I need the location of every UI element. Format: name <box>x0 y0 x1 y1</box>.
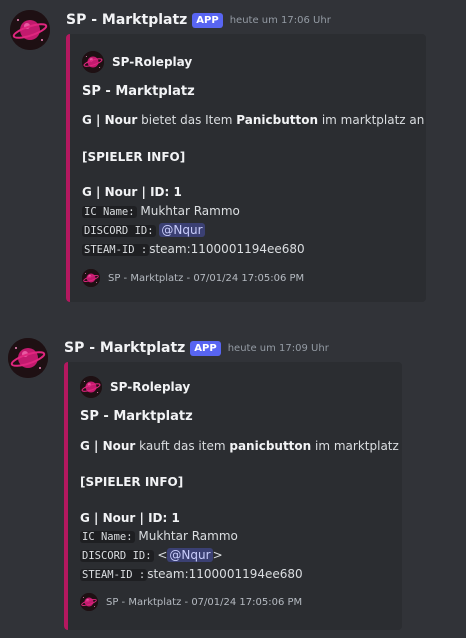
steam-id-label: STEAM-ID : <box>82 244 150 256</box>
embed-title: SP - Marktplatz <box>82 84 195 99</box>
message: SP - Marktplatz APP heute um 17:06 Uhr S… <box>0 0 466 310</box>
discord-id-line: DISCORD ID: @Nqur <box>82 223 205 237</box>
embed-author: SP-Roleplay <box>82 51 192 73</box>
timestamp: heute um 17:06 Uhr <box>229 14 331 26</box>
message-header: SP - Marktplatz APP heute um 17:09 Uhr <box>64 340 329 356</box>
user-mention[interactable]: @Nqur <box>159 223 205 237</box>
author-avatar <box>82 51 104 73</box>
item-name: panicbutton <box>229 439 312 453</box>
embed-description: G | Nour kauft das item panicbutton im m… <box>80 439 399 453</box>
ic-name-line: IC Name: Mukhtar Rammo <box>80 529 238 543</box>
app-badge: APP <box>190 340 221 356</box>
embed: SP-Roleplay SP - Marktplatz G | Nour bie… <box>66 34 426 302</box>
footer-text: SP - Marktplatz - 07/01/24 17:05:06 PM <box>106 596 303 608</box>
ic-name-value: Mukhtar Rammo <box>136 204 240 218</box>
embed-title: SP - Marktplatz <box>80 409 193 424</box>
steam-id-value: steam:1100001194ee680 <box>149 242 305 256</box>
discord-id-label: DISCORD ID: <box>82 225 156 237</box>
user-mention[interactable]: @Nqur <box>167 548 213 562</box>
planet-icon <box>8 338 48 378</box>
embed: SP-Roleplay SP - Marktplatz G | Nour kau… <box>64 362 402 630</box>
embed-author: SP-Roleplay <box>80 376 190 398</box>
username[interactable]: SP - Marktplatz <box>64 340 185 356</box>
footer-text: SP - Marktplatz - 07/01/24 17:05:06 PM <box>108 272 305 284</box>
planet-icon <box>80 376 102 398</box>
discord-suffix: > <box>212 548 223 562</box>
player-id-line: G | Nour | ID: 1 <box>82 185 182 199</box>
steam-id-value: steam:1100001194ee680 <box>147 567 303 581</box>
item-name: Panicbutton <box>236 113 319 127</box>
desc-text: kauft das item <box>135 439 230 453</box>
discord-id-label: DISCORD ID: <box>80 550 154 562</box>
desc-text: bietet das Item <box>137 113 237 127</box>
message: SP - Marktplatz APP heute um 17:09 Uhr S… <box>0 326 466 638</box>
footer-avatar <box>80 593 98 611</box>
embed-footer: SP - Marktplatz - 07/01/24 17:05:06 PM <box>80 593 302 611</box>
author-name[interactable]: SP-Roleplay <box>112 55 192 69</box>
app-badge: APP <box>192 12 223 28</box>
steam-id-line: STEAM-ID : steam:1100001194ee680 <box>80 567 303 581</box>
username[interactable]: SP - Marktplatz <box>66 12 187 28</box>
author-name[interactable]: SP-Roleplay <box>110 380 190 394</box>
player-id-line: G | Nour | ID: 1 <box>80 511 180 525</box>
avatar[interactable] <box>10 10 50 50</box>
author-avatar <box>80 376 102 398</box>
desc-text: im marktplatz <box>311 439 399 453</box>
steam-id-label: STEAM-ID : <box>80 569 148 581</box>
steam-id-line: STEAM-ID : steam:1100001194ee680 <box>82 242 305 256</box>
message-header: SP - Marktplatz APP heute um 17:06 Uhr <box>66 12 331 28</box>
embed-footer: SP - Marktplatz - 07/01/24 17:05:06 PM <box>82 269 304 287</box>
ic-name-value: Mukhtar Rammo <box>134 529 238 543</box>
footer-avatar <box>82 269 100 287</box>
avatar[interactable] <box>8 338 48 378</box>
discord-id-line: DISCORD ID: < @Nqur > <box>80 548 223 562</box>
planet-icon <box>10 10 50 50</box>
desc-text: im marktplatz an <box>318 113 425 127</box>
planet-icon <box>82 51 104 73</box>
player-name: G | Nour <box>82 113 138 127</box>
planet-icon <box>80 593 98 611</box>
planet-icon <box>82 269 100 287</box>
timestamp: heute um 17:09 Uhr <box>227 342 329 354</box>
ic-name-label: IC Name: <box>82 206 137 218</box>
player-name: G | Nour <box>80 439 136 453</box>
ic-name-label: IC Name: <box>80 531 135 543</box>
embed-description: G | Nour bietet das Item Panicbutton im … <box>82 113 424 127</box>
section-heading: [SPIELER INFO] <box>82 150 186 164</box>
discord-prefix: < <box>153 548 168 562</box>
section-heading: [SPIELER INFO] <box>80 475 184 489</box>
ic-name-line: IC Name: Mukhtar Rammo <box>82 204 240 218</box>
